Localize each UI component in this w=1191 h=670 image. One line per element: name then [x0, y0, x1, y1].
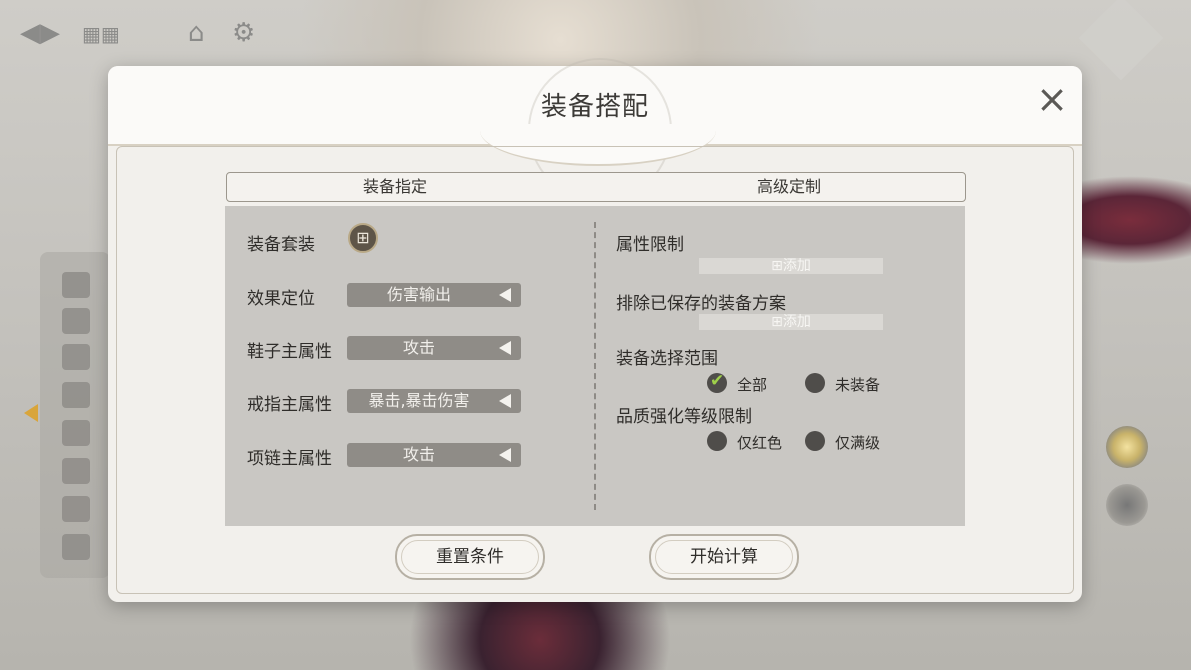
header-text-faded: ▦▦ — [82, 22, 120, 46]
side-menu-item[interactable] — [62, 458, 90, 484]
radio-dot — [805, 373, 825, 393]
necklace-value: 攻击 — [402, 445, 435, 464]
tab-bar: 装备指定 高级定制 — [226, 172, 966, 202]
side-menu-item[interactable] — [62, 382, 90, 408]
equipment-match-dialog: 装备搭配 × 装备指定 高级定制 装备套装 ⊞ 效果定位 伤害输出 鞋子主属性 … — [108, 58, 1082, 602]
shoes-label: 鞋子主属性 — [247, 342, 332, 362]
ring-dropdown[interactable]: 暴击,暴击伤害 — [347, 389, 521, 413]
ring-label: 戒指主属性 — [247, 395, 332, 415]
attr-limit-label: 属性限制 — [616, 235, 684, 255]
home-icon[interactable]: ⌂ — [188, 18, 205, 48]
dropdown-arrow-icon — [499, 288, 511, 302]
reset-conditions-button[interactable]: 重置条件 — [395, 534, 545, 580]
radio-dot — [805, 431, 825, 451]
dialog-title: 装备搭配 — [540, 92, 649, 122]
header-notch-decoration — [480, 124, 716, 166]
necklace-label: 项链主属性 — [247, 449, 332, 469]
gold-orb-button[interactable] — [1106, 426, 1148, 468]
range-label: 装备选择范围 — [616, 349, 718, 369]
add-equip-set-button[interactable]: ⊞ — [348, 223, 378, 253]
effect-value: 伤害输出 — [386, 285, 451, 304]
side-menu-item[interactable] — [62, 496, 90, 522]
side-menu-item[interactable] — [62, 272, 90, 298]
back-icon[interactable]: ◀▶ — [20, 18, 60, 48]
side-menu-item[interactable] — [62, 344, 90, 370]
tab-equip-assign[interactable]: 装备指定 — [363, 173, 427, 201]
radio-dot — [707, 431, 727, 451]
radio-label: 全部 — [737, 376, 768, 394]
add-square-icon: ⊞ — [356, 228, 370, 247]
effect-dropdown[interactable]: 伤害输出 — [347, 283, 521, 307]
shoes-value: 攻击 — [402, 338, 435, 357]
side-menu-item[interactable] — [62, 308, 90, 334]
dropdown-arrow-icon — [499, 394, 511, 408]
exclude-plans-label: 排除已保存的装备方案 — [616, 294, 786, 314]
quality-label: 品质强化等级限制 — [616, 407, 752, 427]
checkmark-icon: ✔ — [710, 371, 725, 391]
side-menu-item[interactable] — [62, 420, 90, 446]
effect-label: 效果定位 — [247, 289, 315, 309]
settings-icon[interactable]: ⚙ — [232, 18, 255, 48]
dropdown-arrow-icon — [499, 341, 511, 355]
shoes-dropdown[interactable]: 攻击 — [347, 336, 521, 360]
close-button[interactable]: × — [1034, 80, 1070, 120]
tab-advanced[interactable]: 高级定制 — [757, 173, 821, 201]
settings-content: 装备套装 ⊞ 效果定位 伤害输出 鞋子主属性 攻击 戒指主属性 暴击,暴击伤害 … — [225, 206, 965, 526]
side-menu-item[interactable] — [62, 534, 90, 560]
start-calculation-button[interactable]: 开始计算 — [649, 534, 799, 580]
radio-label: 仅满级 — [835, 434, 881, 452]
radio-label: 未装备 — [835, 376, 881, 394]
side-menu-panel — [40, 252, 110, 578]
side-expand-arrow-icon[interactable] — [24, 404, 38, 422]
necklace-dropdown[interactable]: 攻击 — [347, 443, 521, 467]
exclude-plans-add-button[interactable]: ⊞添加 — [699, 314, 883, 330]
ring-value: 暴击,暴击伤害 — [368, 391, 470, 410]
attr-limit-add-button[interactable]: ⊞添加 — [699, 258, 883, 274]
column-divider — [594, 222, 596, 510]
equip-set-label: 装备套装 — [247, 235, 315, 255]
radio-label: 仅红色 — [737, 434, 783, 452]
dropdown-arrow-icon — [499, 448, 511, 462]
round-action-button[interactable] — [1106, 484, 1148, 526]
